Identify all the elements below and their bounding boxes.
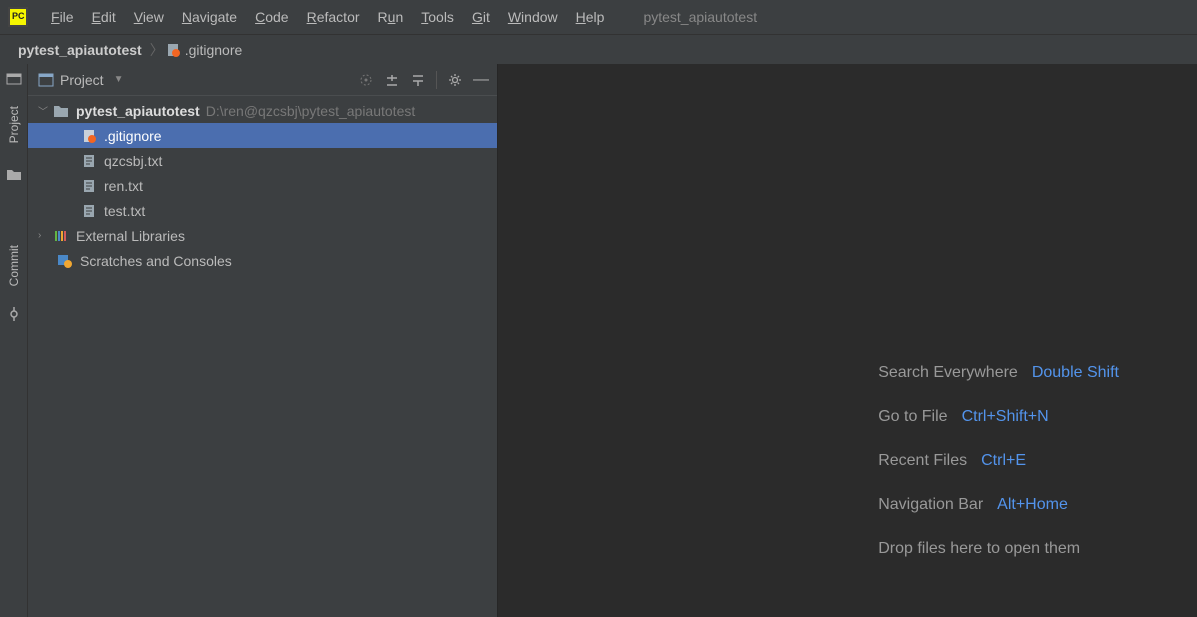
text-file-icon: [80, 179, 98, 193]
left-gutter: Project Commit: [0, 64, 28, 617]
tree-file-test[interactable]: test.txt: [28, 198, 497, 223]
hint-recent-files: Recent Files Ctrl+E: [878, 452, 1119, 470]
tree-file-label: qzcsbj.txt: [104, 153, 162, 169]
shortcut-key: Alt+Home: [997, 496, 1068, 514]
hint-go-to-file: Go to File Ctrl+Shift+N: [878, 408, 1119, 426]
menu-code[interactable]: Code: [246, 9, 297, 25]
commit-tool-icon[interactable]: [6, 307, 22, 321]
text-file-icon: [80, 204, 98, 218]
menu-window[interactable]: Window: [499, 9, 567, 25]
gutter-project[interactable]: Project: [7, 100, 21, 149]
project-panel: Project ▼ — ﹀ pytest_apiautotest D:\ren@…: [28, 64, 498, 617]
menu-tools[interactable]: Tools: [412, 9, 463, 25]
breadcrumb-file-label: .gitignore: [185, 42, 243, 58]
folder-tool-icon[interactable]: [6, 167, 22, 181]
expand-all-icon[interactable]: [384, 72, 400, 88]
menubar: File Edit View Navigate Code Refactor Ru…: [0, 0, 1197, 34]
gitignore-icon: [80, 129, 98, 143]
menu-navigate[interactable]: Navigate: [173, 9, 246, 25]
breadcrumb-root[interactable]: pytest_apiautotest: [12, 40, 148, 60]
tree-file-gitignore[interactable]: .gitignore: [28, 123, 497, 148]
tree-external-label: External Libraries: [76, 228, 185, 244]
hint-navigation-bar: Navigation Bar Alt+Home: [878, 496, 1119, 514]
settings-icon[interactable]: [447, 72, 463, 88]
gitignore-file-icon: [166, 43, 180, 57]
folder-icon: [52, 104, 70, 118]
expand-arrow-icon[interactable]: ›: [38, 230, 52, 241]
welcome-hints: Search Everywhere Double Shift Go to Fil…: [878, 364, 1119, 558]
tree-external-libraries[interactable]: › External Libraries: [28, 223, 497, 248]
tree-root-label: pytest_apiautotest: [76, 103, 200, 119]
app-logo-icon: [8, 7, 28, 27]
tree-scratches-label: Scratches and Consoles: [80, 253, 232, 269]
tree-root[interactable]: ﹀ pytest_apiautotest D:\ren@qzcsbj\pytes…: [28, 98, 497, 123]
collapse-all-icon[interactable]: [410, 72, 426, 88]
hint-drop-files: Drop files here to open them: [878, 540, 1119, 558]
project-tree: ﹀ pytest_apiautotest D:\ren@qzcsbj\pytes…: [28, 96, 497, 617]
hide-icon[interactable]: —: [473, 72, 489, 88]
gutter-commit[interactable]: Commit: [7, 239, 21, 292]
tree-file-label: test.txt: [104, 203, 145, 219]
tree-file-qzcsbj[interactable]: qzcsbj.txt: [28, 148, 497, 173]
breadcrumb-separator-icon: 〉: [150, 40, 164, 60]
menu-run[interactable]: Run: [369, 9, 413, 25]
breadcrumb-file[interactable]: .gitignore: [166, 42, 243, 58]
project-panel-title: Project: [60, 72, 104, 88]
project-view-icon[interactable]: [38, 72, 54, 88]
editor-area[interactable]: Search Everywhere Double Shift Go to Fil…: [498, 64, 1197, 617]
text-file-icon: [80, 154, 98, 168]
tree-root-path: D:\ren@qzcsbj\pytest_apiautotest: [206, 103, 416, 119]
tree-file-label: ren.txt: [104, 178, 143, 194]
toolbar-divider: [436, 71, 437, 89]
project-panel-header: Project ▼ —: [28, 64, 497, 96]
menu-help[interactable]: Help: [567, 9, 614, 25]
libraries-icon: [52, 229, 70, 243]
tree-file-label: .gitignore: [104, 128, 162, 144]
shortcut-key: Ctrl+Shift+N: [962, 408, 1049, 426]
locate-icon[interactable]: [358, 72, 374, 88]
menu-git[interactable]: Git: [463, 9, 499, 25]
window-title: pytest_apiautotest: [643, 9, 757, 25]
shortcut-key: Ctrl+E: [981, 452, 1026, 470]
tree-scratches[interactable]: Scratches and Consoles: [28, 248, 497, 273]
project-view-dropdown-icon[interactable]: ▼: [114, 74, 124, 85]
menu-edit[interactable]: Edit: [83, 9, 125, 25]
menu-view[interactable]: View: [125, 9, 173, 25]
expand-arrow-icon[interactable]: ﹀: [38, 103, 52, 118]
menu-refactor[interactable]: Refactor: [298, 9, 369, 25]
menu-file[interactable]: File: [42, 9, 83, 25]
navigation-bar: pytest_apiautotest 〉 .gitignore: [0, 34, 1197, 64]
project-tool-icon[interactable]: [6, 72, 22, 86]
tree-file-ren[interactable]: ren.txt: [28, 173, 497, 198]
shortcut-key: Double Shift: [1032, 364, 1119, 382]
scratches-icon: [56, 254, 74, 268]
hint-search-everywhere: Search Everywhere Double Shift: [878, 364, 1119, 382]
